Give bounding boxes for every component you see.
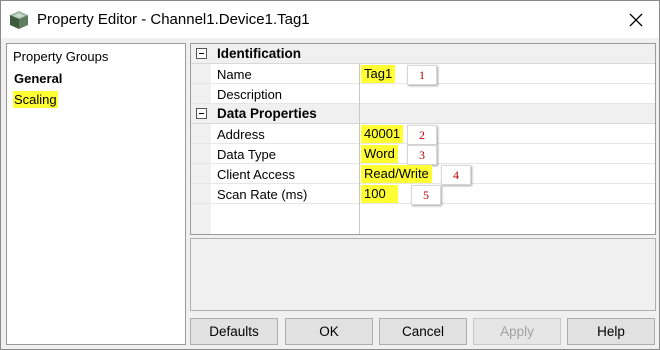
window-title: Property Editor - Channel1.Device1.Tag1: [37, 11, 310, 28]
callout-badge: 4: [441, 165, 471, 185]
property-name: Description: [217, 87, 283, 102]
property-groups-header: Property Groups: [13, 49, 109, 64]
callout-badge: 3: [407, 145, 437, 165]
property-name: Client Access: [217, 167, 296, 182]
property-row-description[interactable]: Description: [191, 84, 655, 104]
section-identification[interactable]: Identification: [191, 44, 655, 64]
description-pane: [190, 238, 656, 311]
property-value-scan-rate[interactable]: 100: [361, 185, 398, 203]
tag-cube-icon: [9, 10, 29, 30]
property-value-client-access[interactable]: Read/Write: [361, 165, 432, 183]
property-row-scan-rate[interactable]: Scan Rate (ms) 100 5: [191, 184, 655, 205]
cancel-button[interactable]: Cancel: [379, 318, 467, 345]
group-item-general[interactable]: General: [13, 70, 63, 87]
title-bar: Property Editor - Channel1.Device1.Tag1: [1, 1, 659, 38]
property-row-data-type[interactable]: Data Type Word 3: [191, 144, 655, 165]
help-button[interactable]: Help: [567, 318, 655, 345]
callout-badge: 5: [411, 185, 441, 205]
section-title: Data Properties: [217, 106, 317, 121]
apply-button[interactable]: Apply: [473, 318, 561, 345]
property-groups-panel: Property Groups General Scaling: [6, 43, 186, 345]
collapse-minus-icon[interactable]: [196, 108, 207, 119]
callout-badge: 1: [407, 65, 437, 85]
close-button[interactable]: [621, 7, 651, 33]
property-editor-window: Property Editor - Channel1.Device1.Tag1 …: [0, 0, 660, 350]
property-name: Scan Rate (ms): [217, 187, 308, 202]
section-title: Identification: [217, 46, 301, 61]
column-divider[interactable]: [359, 64, 360, 234]
property-row-client-access[interactable]: Client Access Read/Write 4: [191, 164, 655, 185]
property-name: Data Type: [217, 147, 277, 162]
defaults-button[interactable]: Defaults: [190, 318, 278, 345]
property-name: Address: [217, 127, 265, 142]
property-grid: Identification Name Tag1 1 Description D…: [190, 43, 656, 235]
section-data-properties[interactable]: Data Properties: [191, 104, 655, 124]
property-value-name[interactable]: Tag1: [361, 65, 396, 83]
property-row-name[interactable]: Name Tag1 1: [191, 64, 655, 85]
property-value-address[interactable]: 40001: [361, 125, 404, 143]
callout-badge: 2: [407, 125, 437, 145]
group-item-scaling[interactable]: Scaling: [13, 91, 58, 108]
property-row-address[interactable]: Address 40001 2: [191, 124, 655, 145]
close-icon: [629, 13, 643, 27]
ok-button[interactable]: OK: [285, 318, 373, 345]
property-value-data-type[interactable]: Word: [361, 145, 398, 163]
property-name: Name: [217, 67, 252, 82]
collapse-minus-icon[interactable]: [196, 48, 207, 59]
